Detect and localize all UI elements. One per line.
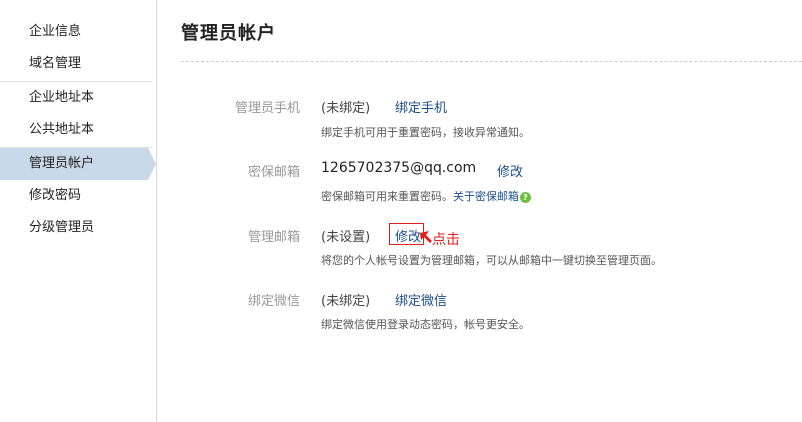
bind-wechat-label: 绑定微信: [247, 294, 300, 309]
admin-email-desc: 将您的个人帐号设置为管理邮箱，可以从邮箱中一键切换至管理页面。: [321, 254, 662, 267]
sidebar-item-change-password[interactable]: 修改密码: [0, 180, 156, 212]
about-security-email-link[interactable]: 关于密保邮箱: [453, 190, 519, 203]
bind-wechat-desc: 绑定微信使用登录动态密码，帐号更安全。: [321, 318, 530, 331]
annotation-highlight-box: [389, 223, 424, 245]
sidebar-item-sub-admins[interactable]: 分级管理员: [0, 212, 156, 244]
title-divider: [181, 61, 802, 62]
wechat-status: (未绑定): [321, 294, 371, 309]
admin-phone-status: (未绑定): [321, 101, 371, 116]
sidebar: 企业信息 域名管理 企业地址本 公共地址本 管理员帐户 修改密码 分级管理员: [0, 0, 157, 422]
sidebar-item-public-addressbook[interactable]: 公共地址本: [0, 114, 156, 146]
page-title: 管理员帐户: [181, 23, 276, 44]
annotation-click-label: 点击: [432, 232, 460, 248]
sidebar-item-domain-management[interactable]: 域名管理: [0, 48, 156, 80]
admin-email-status: (未设置): [321, 230, 371, 245]
security-email-desc: 密保邮箱可用来重置密码。关于密保邮箱?: [321, 188, 531, 204]
bind-phone-link[interactable]: 绑定手机: [395, 97, 447, 116]
sidebar-item-company-info[interactable]: 企业信息: [0, 16, 156, 48]
sidebar-item-company-addressbook[interactable]: 企业地址本: [0, 82, 156, 114]
security-email-desc-text: 密保邮箱可用来重置密码。: [321, 190, 453, 203]
admin-phone-desc: 绑定手机可用于重置密码，接收异常通知。: [321, 126, 530, 139]
sidebar-item-admin-account[interactable]: 管理员帐户: [0, 148, 156, 180]
security-email-value: 1265702375@qq.com: [321, 160, 477, 176]
admin-email-label: 管理邮箱: [247, 230, 300, 245]
modify-security-email-link[interactable]: 修改: [497, 161, 523, 180]
security-email-label: 密保邮箱: [247, 165, 300, 180]
question-icon[interactable]: ?: [520, 192, 531, 203]
bind-wechat-link[interactable]: 绑定微信: [395, 290, 447, 309]
admin-phone-label: 管理员手机: [234, 101, 300, 116]
